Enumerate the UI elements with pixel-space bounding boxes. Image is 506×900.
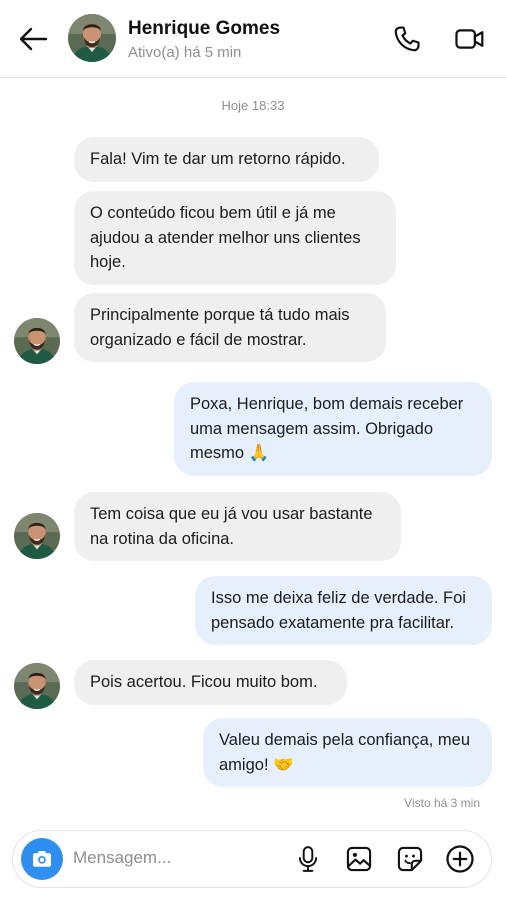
back-button[interactable] xyxy=(14,22,52,56)
message-composer xyxy=(12,830,492,888)
video-camera-icon xyxy=(455,29,484,49)
message-incoming[interactable]: Principalmente porque tá tudo mais organ… xyxy=(74,293,386,362)
contact-avatar xyxy=(14,318,60,364)
sticker-icon xyxy=(397,846,423,872)
message-incoming[interactable]: O conteúdo ficou bem útil e já me ajudou… xyxy=(74,191,396,285)
gallery-icon xyxy=(346,846,372,872)
more-options-button[interactable] xyxy=(445,844,475,874)
message-incoming[interactable]: Pois acertou. Ficou muito bom. xyxy=(74,660,347,705)
contact-status: Ativo(a) há 5 min xyxy=(128,44,242,61)
microphone-icon xyxy=(298,846,318,872)
contact-avatar xyxy=(14,663,60,709)
back-arrow-icon xyxy=(19,27,48,51)
sticker-button[interactable] xyxy=(395,844,425,874)
camera-icon xyxy=(33,851,51,867)
message-outgoing[interactable]: Isso me deixa feliz de verdade. Foi pens… xyxy=(195,576,492,645)
contact-name[interactable]: Henrique Gomes xyxy=(128,18,280,40)
contact-avatar xyxy=(14,513,60,559)
contact-avatar[interactable] xyxy=(68,14,116,62)
message-outgoing[interactable]: Poxa, Henrique, bom demais receber uma m… xyxy=(174,382,492,476)
message-outgoing[interactable]: Valeu demais pela confiança, meu amigo! … xyxy=(203,718,492,787)
message-incoming[interactable]: Fala! Vim te dar um retorno rápido. xyxy=(74,137,379,182)
seen-status: Visto há 3 min xyxy=(404,796,480,810)
phone-icon xyxy=(394,26,420,52)
camera-button[interactable] xyxy=(21,838,63,880)
chat-header: Henrique Gomes Ativo(a) há 5 min xyxy=(0,0,506,78)
gallery-button[interactable] xyxy=(344,844,374,874)
message-input[interactable] xyxy=(73,848,273,868)
video-call-button[interactable] xyxy=(452,22,488,56)
call-button[interactable] xyxy=(389,22,425,56)
date-separator: Hoje 18:33 xyxy=(221,98,285,113)
message-incoming[interactable]: Tem coisa que eu já vou usar bastante na… xyxy=(74,492,401,561)
voice-message-button[interactable] xyxy=(293,844,323,874)
plus-icon xyxy=(446,845,474,873)
